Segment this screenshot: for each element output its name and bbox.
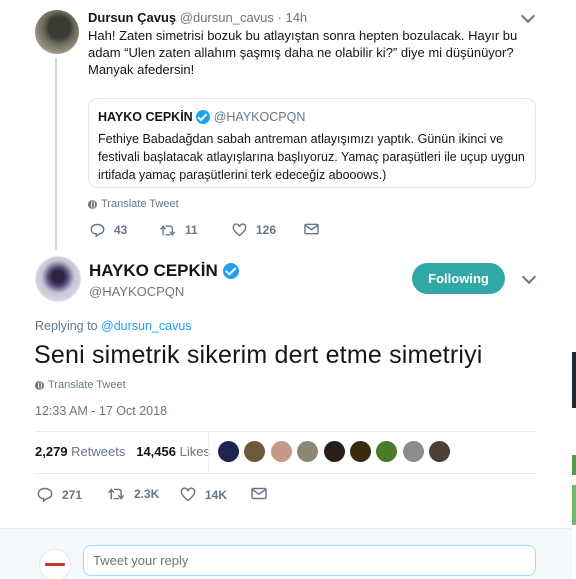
reply-icon (37, 487, 53, 502)
direct-message-button[interactable] (304, 223, 328, 235)
reply-count: 271 (62, 487, 83, 502)
retweet-icon (160, 224, 176, 236)
like-count: 126 (256, 223, 277, 237)
retweets-stat[interactable]: 2,279 Retweets (35, 444, 125, 459)
verified-icon (195, 110, 210, 124)
quoted-tweet-text: Fethiye Babadağdan sabah antreman atlayı… (98, 132, 525, 182)
background-edge-dark (572, 352, 576, 408)
translate-tweet-link[interactable]: Translate Tweet (88, 198, 179, 210)
likes-label: Likes (179, 444, 210, 459)
background-edge-green (572, 455, 576, 475)
liker-avatar[interactable] (376, 441, 398, 462)
retweet-count: 11 (185, 223, 198, 237)
like-count: 14K (205, 487, 228, 502)
reply-button[interactable]: 271 (37, 487, 82, 502)
divider (35, 431, 536, 432)
liker-avatar[interactable] (323, 441, 345, 462)
reply-input[interactable] (83, 545, 536, 576)
translate-label: Translate Tweet (48, 379, 126, 391)
tweet-text: Seni simetrik sikerim dert etme simetriy… (34, 341, 483, 369)
chevron-down-icon[interactable] (520, 8, 536, 24)
liker-avatar[interactable] (297, 441, 319, 462)
like-button[interactable]: 14K (180, 487, 227, 502)
liker-avatar[interactable] (244, 441, 266, 462)
stats-separator (208, 432, 209, 472)
handle[interactable]: @dursun_cavus (180, 10, 274, 25)
globe-icon (88, 199, 97, 209)
chevron-down-icon[interactable] (521, 269, 537, 285)
likes-count: 14,456 (136, 444, 176, 459)
main-display-name-row: HAYKO CEPKİN (89, 261, 239, 281)
avatar[interactable] (35, 10, 79, 54)
retweet-button[interactable]: 2.3K (108, 487, 159, 501)
replying-to-link[interactable]: @dursun_cavus (101, 319, 192, 333)
reply-icon (90, 223, 105, 237)
following-button[interactable]: Following (412, 263, 505, 294)
translate-tweet-link[interactable]: Translate Tweet (35, 379, 126, 391)
quoted-handle: @HAYKOCPQN (213, 110, 306, 124)
tweet-stats: 2,279 Retweets 14,456 Likes (35, 444, 210, 459)
avatar[interactable] (35, 256, 81, 302)
verified-icon (222, 263, 239, 279)
envelope-icon (304, 223, 319, 235)
liker-avatar[interactable] (270, 441, 292, 462)
handle[interactable]: @HAYKOCPQN (89, 284, 184, 299)
display-name[interactable]: HAYKO CEPKİN (89, 261, 218, 281)
retweets-count: 2,279 (35, 444, 68, 459)
parent-tweet[interactable]: Dursun Çavuş @dursun_cavus · 14h Hah! Za… (0, 0, 572, 250)
tweet-timestamp[interactable]: 12:33 AM - 17 Oct 2018 (35, 404, 167, 418)
liker-avatar[interactable] (402, 441, 424, 462)
replying-to: Replying to @dursun_cavus (35, 319, 192, 333)
replying-prefix: Replying to (35, 319, 98, 333)
heart-icon (180, 487, 196, 502)
avatar (39, 549, 71, 579)
translate-label: Translate Tweet (101, 198, 179, 210)
globe-icon (35, 380, 44, 390)
retweet-count: 2.3K (134, 487, 160, 501)
background-edge-green (572, 485, 576, 525)
tweet-header: Dursun Çavuş @dursun_cavus · 14h (88, 10, 307, 25)
envelope-icon (251, 487, 267, 500)
quoted-tweet[interactable]: HAYKO CEPKİN @HAYKOCPQN Fethiye Babadağd… (88, 98, 536, 188)
like-button[interactable]: 126 (232, 223, 276, 237)
reply-count: 43 (114, 223, 128, 237)
quoted-tweet-header: HAYKO CEPKİN @HAYKOCPQN (98, 110, 305, 124)
liker-avatar[interactable] (218, 441, 239, 462)
retweet-button[interactable]: 11 (160, 223, 198, 237)
liker-avatar[interactable] (349, 441, 371, 462)
tweet-time[interactable]: · 14h (278, 10, 308, 25)
thread-line (55, 58, 57, 250)
retweet-icon (108, 488, 125, 500)
reply-button[interactable]: 43 (90, 223, 127, 237)
retweets-label: Retweets (71, 444, 126, 459)
likes-stat[interactable]: 14,456 Likes (136, 444, 210, 459)
heart-icon (232, 223, 247, 237)
quoted-display-name: HAYKO CEPKİN (98, 110, 193, 124)
tweet-text: Hah! Zaten simetrisi bozuk bu atlayıştan… (88, 28, 518, 77)
divider (35, 473, 536, 474)
display-name[interactable]: Dursun Çavuş (88, 10, 176, 25)
liker-avatars (218, 441, 456, 462)
direct-message-button[interactable] (251, 487, 276, 500)
background-edge (572, 0, 576, 579)
liker-avatar[interactable] (429, 441, 451, 462)
